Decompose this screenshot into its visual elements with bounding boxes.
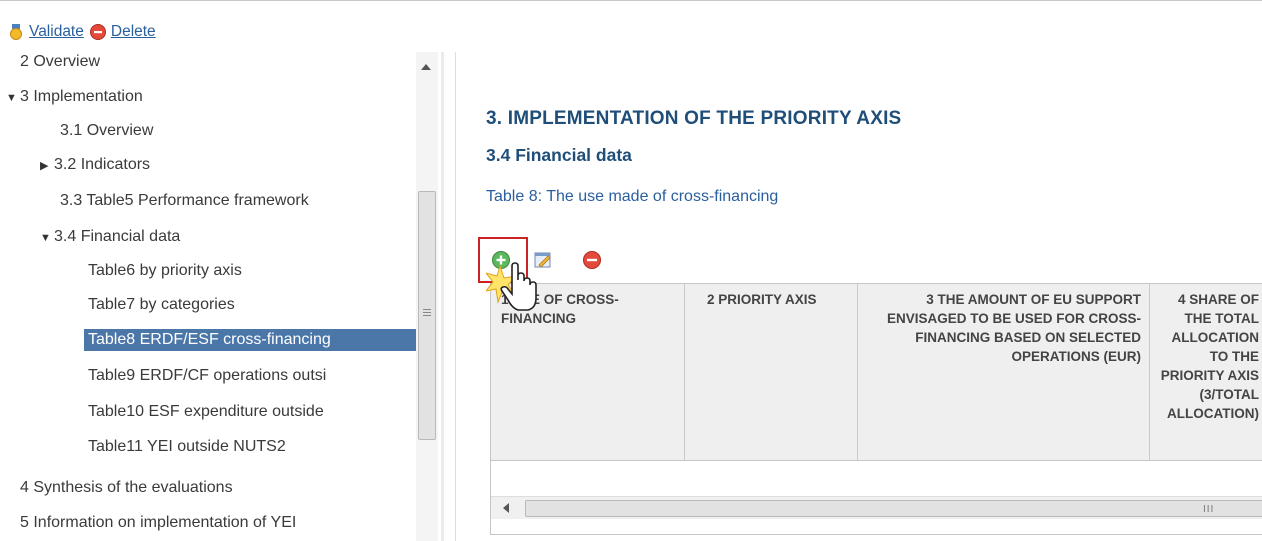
action-toolbar: Validate Delete — [8, 21, 156, 43]
tree-item-financial-data[interactable]: ▼ 3.4 Financial data — [40, 226, 180, 248]
tree-item-yei[interactable]: 5 Information on implementation of YEI — [20, 512, 296, 534]
tree-item-table10[interactable]: Table10 ESF expenditure outside — [88, 401, 324, 423]
pane-divider — [455, 52, 456, 541]
tree-item-table9[interactable]: Table9 ERDF/CF operations outsi — [88, 365, 326, 387]
delete-label: Delete — [110, 23, 156, 40]
table-horizontal-scrollbar[interactable]: III — [491, 496, 1262, 519]
tree-item-implementation-overview[interactable]: 3.1 Overview — [60, 120, 153, 142]
tree-vertical-scrollbar[interactable] — [416, 52, 438, 541]
column-header-priority-axis[interactable]: 2 PRIORITY AXIS — [685, 284, 858, 460]
page-title: 3. IMPLEMENTATION OF THE PRIORITY AXIS — [486, 108, 902, 129]
tree-item-table7[interactable]: Table7 by categories — [88, 294, 235, 316]
medal-icon — [10, 24, 22, 40]
validate-button[interactable]: Validate — [8, 23, 84, 41]
scroll-left-arrow-icon[interactable] — [503, 503, 509, 513]
tree-item-table8-selected[interactable]: Table8 ERDF/ESF cross-financing — [84, 329, 416, 351]
pane-splitter[interactable] — [441, 52, 444, 541]
delete-icon — [89, 24, 106, 40]
grip-icon — [423, 309, 431, 310]
validate-label: Validate — [29, 23, 84, 40]
delete-button[interactable]: Delete — [89, 23, 156, 41]
tree-item-table11[interactable]: Table11 YEI outside NUTS2 — [88, 436, 286, 458]
horizontal-scrollbar-thumb[interactable] — [525, 500, 1262, 517]
table-header: 1 USE OF CROSS-FINANCING 2 PRIORITY AXIS… — [491, 284, 1262, 461]
scrollbar-thumb[interactable] — [418, 191, 436, 440]
collapsed-triangle-icon[interactable]: ▶ — [40, 155, 54, 177]
table-caption: Table 8: The use made of cross-financing — [486, 188, 779, 205]
tree-item-overview[interactable]: 2 Overview — [20, 52, 100, 73]
grip-icon: III — [1203, 504, 1215, 515]
tree-item-performance-framework[interactable]: 3.3 Table5 Performance framework — [60, 190, 309, 212]
expanded-triangle-icon[interactable]: ▼ — [6, 87, 20, 109]
remove-icon[interactable] — [582, 250, 602, 270]
hand-cursor-icon — [486, 262, 537, 311]
navigation-tree: 2 Overview ▼ 3 Implementation 3.1 Overvie… — [0, 52, 416, 541]
column-header-eu-support-amount[interactable]: 3 THE AMOUNT OF EU SUPPORT ENVISAGED TO … — [858, 284, 1150, 460]
scroll-up-arrow-icon[interactable] — [421, 64, 431, 70]
section-title: 3.4 Financial data — [486, 145, 632, 165]
tree-item-table6[interactable]: Table6 by priority axis — [88, 260, 242, 282]
cross-financing-table: 1 USE OF CROSS-FINANCING 2 PRIORITY AXIS… — [490, 283, 1262, 535]
tree-item-implementation[interactable]: ▼ 3 Implementation — [6, 86, 143, 108]
top-border — [0, 0, 1262, 1]
tree-item-synthesis[interactable]: 4 Synthesis of the evaluations — [20, 477, 233, 499]
tree-item-indicators[interactable]: ▶ 3.2 Indicators — [40, 154, 150, 176]
column-header-share-of-allocation[interactable]: 4 SHARE OF THE TOTAL ALLOCATION TO THE P… — [1150, 284, 1262, 460]
expanded-triangle-icon[interactable]: ▼ — [40, 227, 54, 249]
